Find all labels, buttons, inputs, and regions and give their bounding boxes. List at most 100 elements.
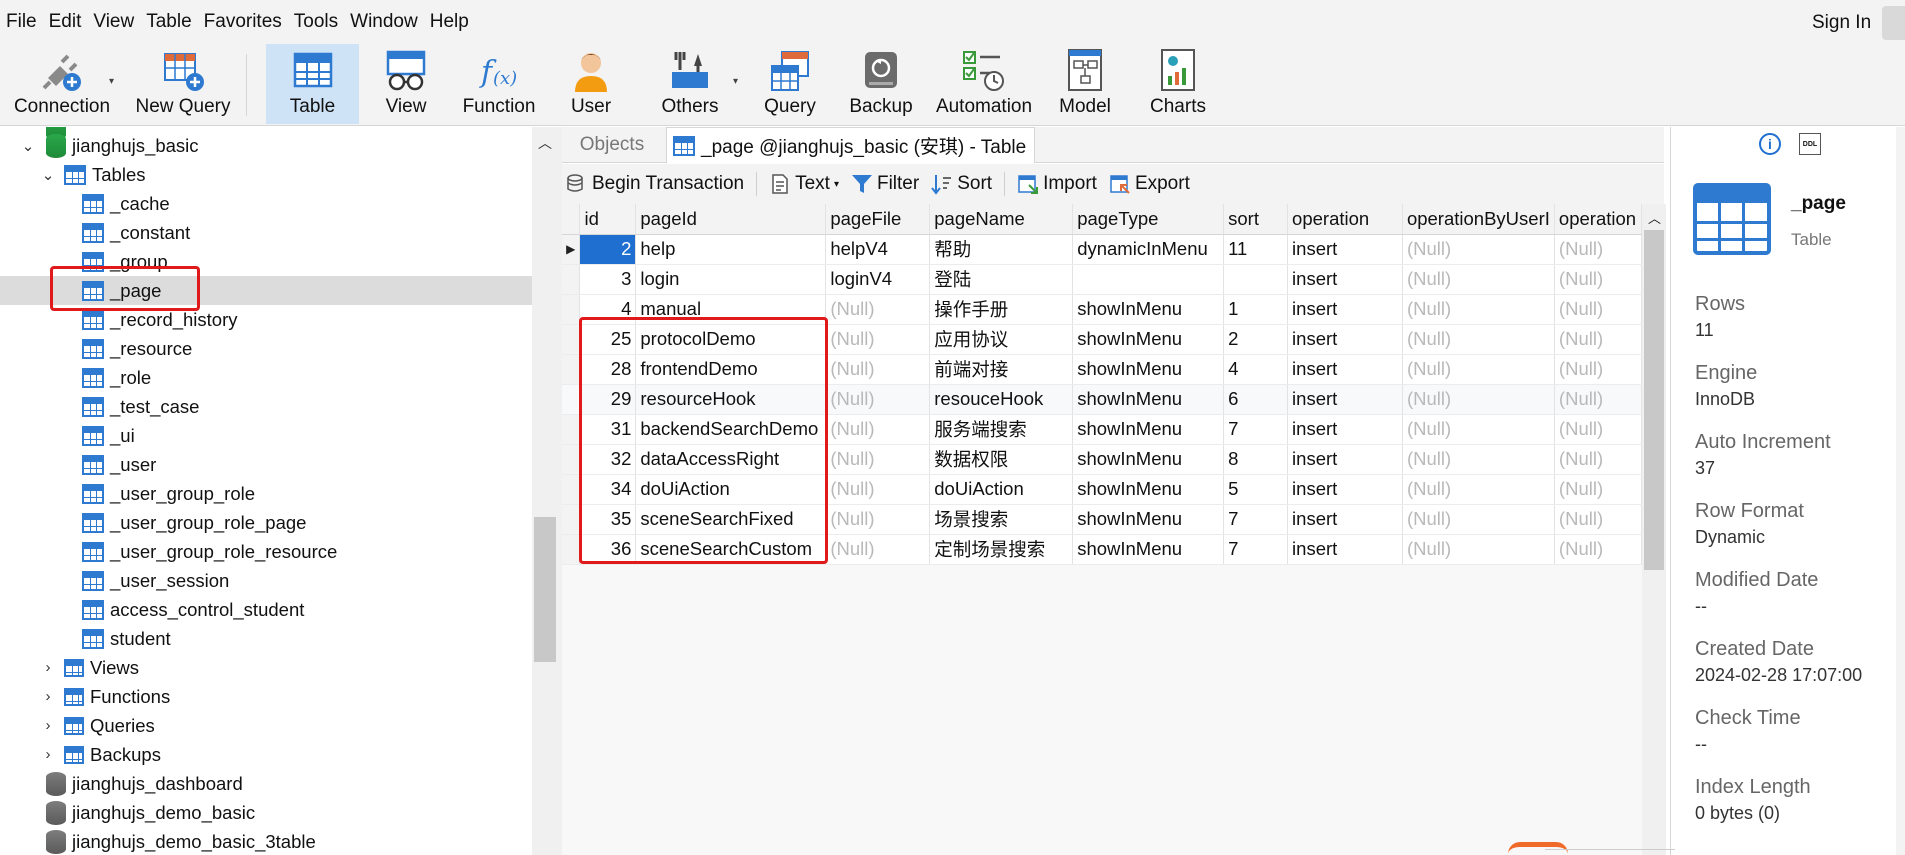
table-cell[interactable]: 服务端搜索 [929,414,1074,445]
table-cell[interactable]: (Null) [1554,534,1643,565]
connection-button[interactable]: Connection [6,44,118,124]
function-button[interactable]: f (x) Function [452,44,546,124]
tree-node-database[interactable]: jianghujs_dashboard [0,769,532,798]
column-header[interactable]: pageFile [825,204,931,235]
grid-scrollbar[interactable]: ︿ [1642,204,1666,855]
table-cell[interactable]: (Null) [825,474,931,505]
table-cell[interactable]: (Null) [1402,294,1555,325]
row-marker[interactable] [562,474,581,505]
table-cell[interactable]: insert [1287,354,1403,385]
table-cell[interactable]: 2 [579,234,637,265]
row-marker[interactable]: ▶ [562,234,581,265]
row-marker[interactable] [562,444,581,475]
tree-table-item[interactable]: _user [0,450,532,479]
table-cell[interactable]: 8 [1223,444,1289,475]
table-cell[interactable]: 登陆 [929,264,1074,295]
tree-table-item[interactable]: _resource [0,334,532,363]
tree-node-database[interactable]: ⌄ jianghujs_basic [0,131,532,160]
table-cell[interactable]: dynamicInMenu [1072,234,1225,265]
column-header[interactable]: pageName [929,204,1074,235]
table-row[interactable]: 3 login loginV4 登陆 insert (Null) (Null) [562,264,1643,295]
table-button[interactable]: Table [266,44,359,124]
table-cell[interactable]: insert [1287,324,1403,355]
menu-file[interactable]: File [0,11,43,33]
expand-chevron-icon[interactable]: › [40,688,56,705]
table-cell[interactable]: 7 [1223,504,1289,535]
scroll-up-icon[interactable]: ︿ [538,133,552,153]
row-marker[interactable] [562,294,581,325]
menu-favorites[interactable]: Favorites [198,11,288,33]
table-cell[interactable]: (Null) [1402,414,1555,445]
table-cell[interactable]: (Null) [825,384,931,415]
table-cell[interactable]: insert [1287,504,1403,535]
tree-table-item[interactable]: _ui [0,421,532,450]
tab-page-table[interactable]: _page @jianghujs_basic (安琪) - Table [666,127,1036,163]
tree-table-item[interactable]: _user_group_role [0,479,532,508]
table-cell[interactable]: insert [1287,264,1403,295]
table-cell[interactable]: (Null) [1554,384,1643,415]
table-cell[interactable]: showInMenu [1072,474,1225,505]
table-cell[interactable]: 7 [1223,534,1289,565]
column-header[interactable]: pageId [635,204,827,235]
table-cell[interactable]: (Null) [1554,504,1643,535]
table-cell[interactable]: (Null) [1554,444,1643,475]
table-cell[interactable]: help [635,234,827,265]
table-cell[interactable]: 前端对接 [929,354,1074,385]
table-cell[interactable]: login [635,264,827,295]
menu-tools[interactable]: Tools [288,11,344,33]
info-scrollbar[interactable] [1896,127,1905,855]
table-cell[interactable]: showInMenu [1072,354,1225,385]
new-query-button[interactable]: New Query [122,44,244,124]
collapse-chevron-icon[interactable]: ⌄ [20,137,36,155]
table-cell[interactable]: showInMenu [1072,414,1225,445]
row-marker[interactable] [562,354,581,385]
info-icon[interactable]: i [1759,133,1781,155]
table-cell[interactable]: insert [1287,384,1403,415]
expand-chevron-icon[interactable]: › [40,746,56,763]
table-row[interactable]: ▶ 2 help helpV4 帮助 dynamicInMenu 11 insert (Null… [562,234,1643,265]
model-button[interactable]: Model [1048,44,1122,124]
tree-node-backups[interactable]: › Backups [0,740,532,769]
view-button[interactable]: View [370,44,442,124]
expand-chevron-icon[interactable]: › [40,717,56,734]
tree-table-item[interactable]: _user_group_role_resource [0,537,532,566]
table-cell[interactable]: resouceHook [929,384,1074,415]
table-cell[interactable]: (Null) [1554,294,1643,325]
row-marker[interactable] [562,264,581,295]
table-cell[interactable]: (Null) [1402,444,1555,475]
backup-button[interactable]: Backup [842,44,920,124]
row-marker[interactable] [562,384,581,415]
tree-node-functions[interactable]: › Functions [0,682,532,711]
tree-table-item[interactable]: _role [0,363,532,392]
query-button[interactable]: Query [750,44,830,124]
row-marker[interactable] [562,534,581,565]
tree-table-item[interactable]: student [0,624,532,653]
tree-node-views[interactable]: › Views [0,653,532,682]
table-cell[interactable]: (Null) [1402,324,1555,355]
automation-button[interactable]: Automation [928,44,1040,124]
tree-table-item[interactable]: _test_case [0,392,532,421]
export-button[interactable]: Export [1109,173,1190,195]
begin-transaction-button[interactable]: Begin Transaction [566,173,744,195]
table-cell[interactable]: showInMenu [1072,294,1225,325]
tree-table-item[interactable]: _constant [0,218,532,247]
tree-scrollbar[interactable]: ︿ [532,127,562,855]
table-cell[interactable]: (Null) [1402,534,1555,565]
column-header[interactable]: id [579,204,637,235]
table-cell[interactable]: (Null) [1554,324,1643,355]
table-cell[interactable]: (Null) [1554,474,1643,505]
table-cell[interactable]: (Null) [825,294,931,325]
column-header[interactable]: operationByUserI [1402,204,1555,235]
table-cell[interactable]: helpV4 [825,234,931,265]
grid-scroll-thumb[interactable] [1644,230,1664,570]
table-cell[interactable]: insert [1287,474,1403,505]
others-button[interactable]: Others [650,44,730,124]
user-avatar-icon[interactable] [1882,6,1905,40]
import-button[interactable]: Import [1017,173,1097,195]
row-marker[interactable] [562,504,581,535]
menu-help[interactable]: Help [424,11,475,33]
others-dropdown-icon[interactable]: ▾ [733,76,738,87]
table-cell[interactable] [1072,264,1225,295]
menu-table[interactable]: Table [140,11,197,33]
tree-node-database[interactable]: jianghujs_demo_basic [0,798,532,827]
